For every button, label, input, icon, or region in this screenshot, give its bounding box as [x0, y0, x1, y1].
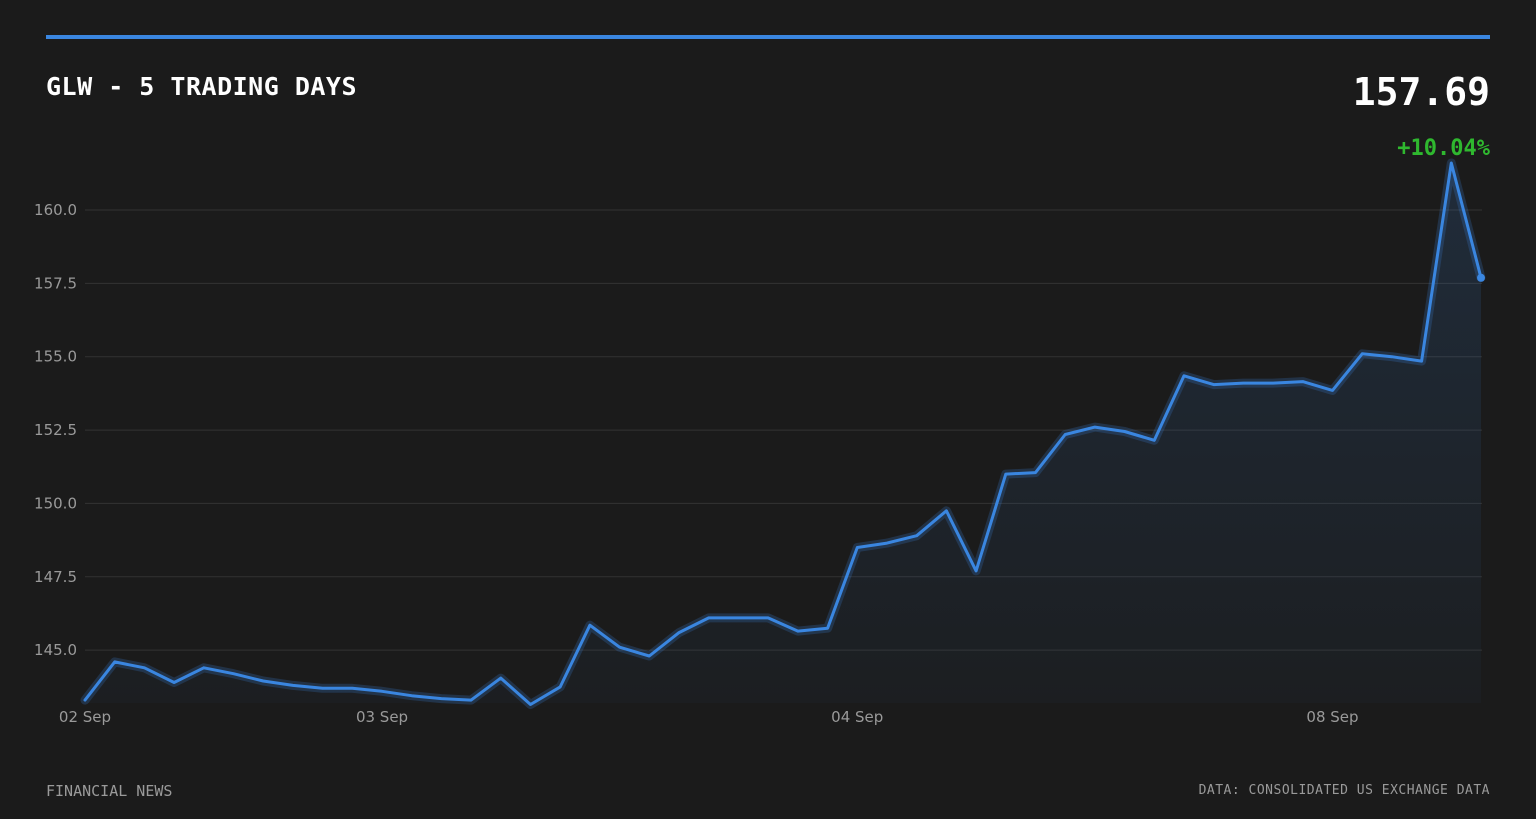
- y-tick-label: 150.0: [34, 494, 77, 512]
- y-tick-label: 157.5: [34, 274, 77, 292]
- chart-page: GLW - 5 TRADING DAYS 157.69 +10.04% 145.…: [0, 0, 1536, 819]
- price-chart: 145.0 147.5 150.0 152.5 155.0 157.5 160.0 02 S…: [34, 158, 1486, 726]
- footer-source-left: FINANCIAL NEWS: [46, 782, 173, 800]
- x-axis-ticks: 02 Sep 03 Sep 04 Sep 08 Sep: [59, 708, 1359, 726]
- x-tick-label: 08 Sep: [1306, 708, 1358, 726]
- x-tick-label: 04 Sep: [831, 708, 883, 726]
- y-tick-label: 147.5: [34, 568, 77, 586]
- footer-source-right: DATA: CONSOLIDATED US EXCHANGE DATA: [1198, 783, 1490, 798]
- x-tick-label: 03 Sep: [356, 708, 408, 726]
- y-tick-label: 155.0: [34, 348, 77, 366]
- last-price-point: [1477, 273, 1485, 282]
- y-axis-ticks: 145.0 147.5 150.0 152.5 155.0 157.5 160.0: [34, 201, 77, 659]
- y-tick-label: 145.0: [34, 641, 77, 659]
- y-tick-label: 160.0: [34, 201, 77, 219]
- x-tick-label: 02 Sep: [59, 708, 111, 726]
- y-tick-label: 152.5: [34, 421, 77, 439]
